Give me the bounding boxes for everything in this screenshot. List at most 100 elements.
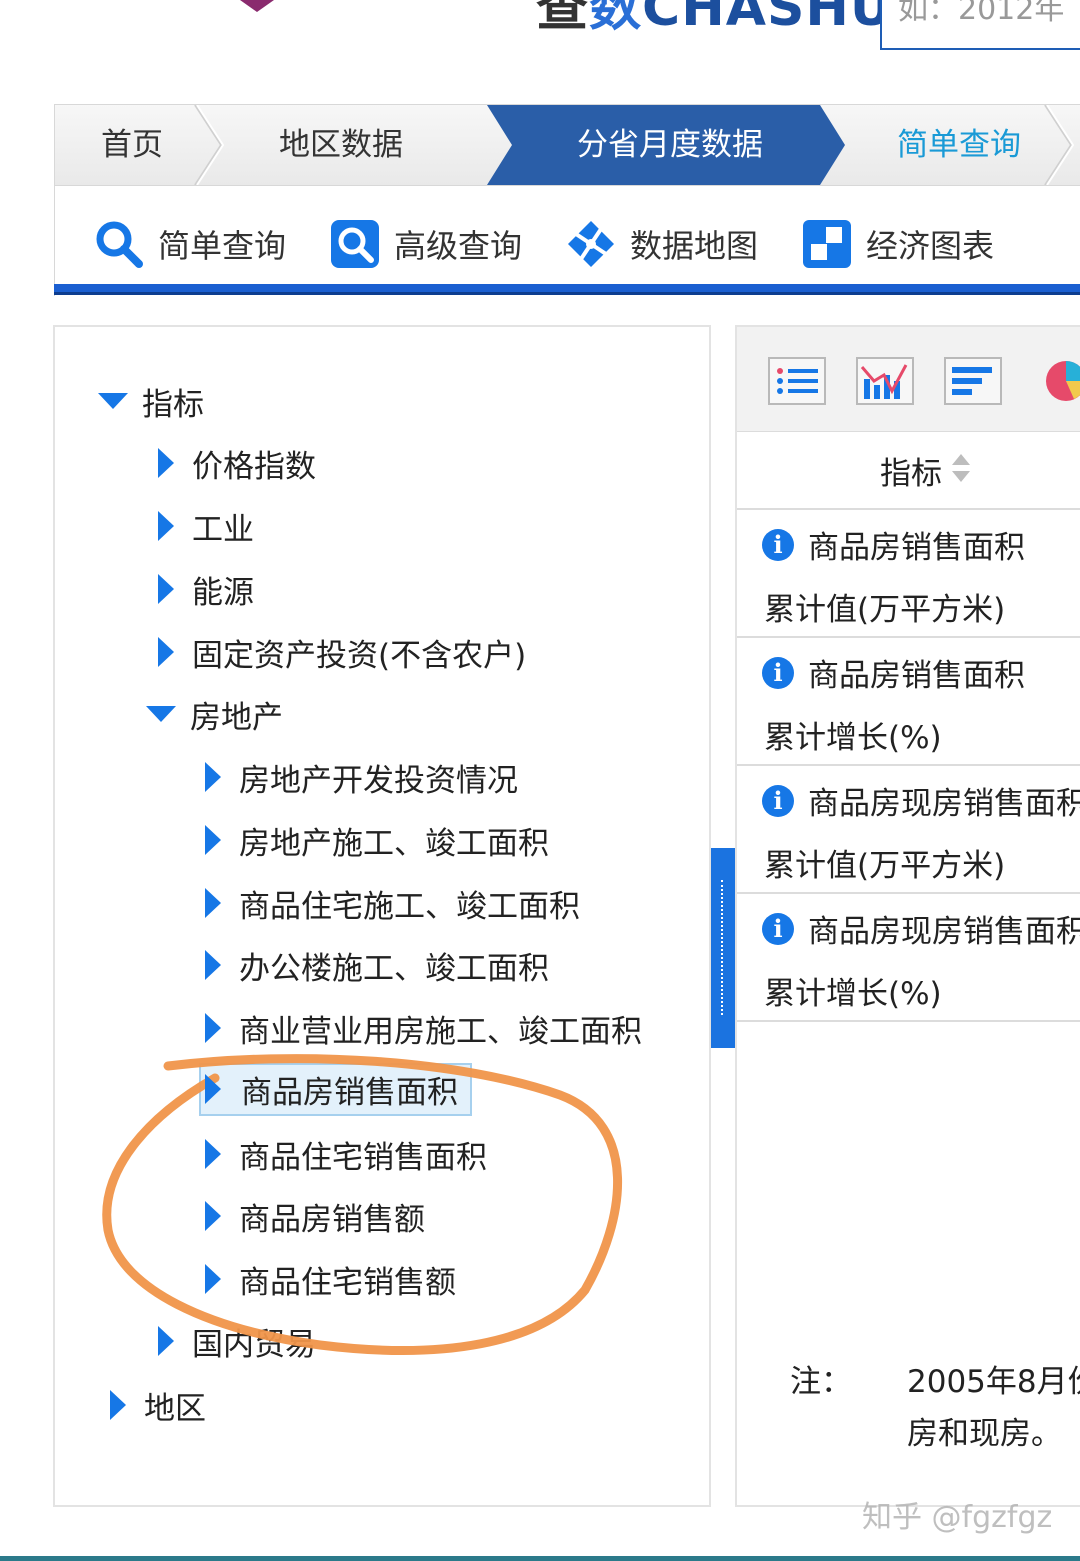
tree-node-label: 房地产开发投资情况	[239, 762, 518, 799]
tree-node-label: 国内贸易	[192, 1326, 316, 1363]
indicator-line2: 累计值(万平方米)	[764, 848, 1006, 884]
indicator-name[interactable]: i 商品房销售面积	[762, 650, 1025, 695]
breadcrumb: 首页 地区数据 分省月度数据 简单查询	[54, 104, 1080, 186]
economic-chart-label: 经济图表	[866, 227, 995, 265]
advanced-search-icon	[331, 220, 379, 268]
tree-node-fixed-asset-investment[interactable]: 固定资产投资(不含农户)	[158, 627, 526, 677]
note-label: 注：	[790, 1364, 852, 1400]
simple-query-label: 简单查询	[158, 227, 287, 265]
logo-mark	[240, 0, 274, 12]
logo-text-chashu: CHASHU	[642, 0, 894, 38]
tree-node-commodity-housing-sales-area[interactable]: 商品房销售面积	[199, 1062, 472, 1116]
indicator-line1: 商品房现房销售面积	[808, 786, 1080, 822]
tree-node-label: 房地产施工、竣工面积	[239, 825, 549, 862]
caret-right-icon	[205, 1074, 221, 1104]
breadcrumb-monthly-province[interactable]: 分省月度数据	[577, 105, 763, 185]
tree-node-label: 能源	[192, 574, 254, 611]
caret-down-icon	[146, 706, 176, 722]
tree-node-region[interactable]: 地区	[110, 1380, 206, 1430]
tree-node-re-investment[interactable]: 房地产开发投资情况	[205, 752, 518, 802]
line-chart-icon[interactable]	[856, 357, 914, 405]
logo-text-shu: 数	[589, 0, 643, 38]
tree-node-price-index[interactable]: 价格指数	[158, 438, 316, 488]
splitter-grip	[721, 880, 723, 1015]
caret-right-icon	[205, 950, 221, 980]
tree-node-label: 商品住宅销售额	[239, 1264, 456, 1301]
search-input[interactable]: 如：2012年	[880, 0, 1080, 50]
tree-node-label: 固定资产投资(不含农户)	[192, 637, 527, 674]
list-view-icon[interactable]	[768, 357, 826, 405]
tree-node-label: 商品房销售额	[239, 1201, 425, 1238]
column-header-indicator[interactable]: 指标	[880, 448, 942, 493]
caret-right-icon	[158, 637, 174, 667]
indicator-name[interactable]: i 商品房销售面积	[762, 522, 1025, 567]
note-text: 2005年8月份 房和现房。	[907, 1356, 1080, 1460]
tree-node-label: 商品住宅销售面积	[239, 1139, 487, 1176]
tree-node-label: 商品住宅施工、竣工面积	[239, 888, 580, 925]
tree-node-office-construction-area[interactable]: 办公楼施工、竣工面积	[205, 940, 549, 990]
advanced-query-button[interactable]: 高级查询	[330, 216, 522, 272]
map-icon	[568, 221, 614, 267]
caret-right-icon	[205, 1264, 221, 1294]
data-map-label: 数据地图	[630, 227, 759, 265]
breadcrumb-region-data[interactable]: 地区数据	[279, 105, 403, 185]
tree-node-label: 地区	[144, 1390, 206, 1427]
tree-node-commodity-housing-sales-amount[interactable]: 商品房销售额	[205, 1191, 425, 1241]
caret-right-icon	[205, 1013, 221, 1043]
indicator-line2: 累计增长(%)	[764, 976, 942, 1012]
tree-node-commercial-construction-area[interactable]: 商业营业用房施工、竣工面积	[205, 1003, 642, 1053]
tree-node-label: 房地产	[190, 699, 283, 736]
tree-node-label: 工业	[192, 511, 254, 548]
indicator-line2: 累计值(万平方米)	[764, 592, 1006, 628]
tree-node-label: 商品房销售面积	[199, 1062, 472, 1116]
tree-node-label: 指标	[142, 386, 204, 423]
panel-splitter-handle[interactable]	[711, 848, 735, 1048]
tree-node-label: 办公楼施工、竣工面积	[239, 950, 549, 987]
indicator-line1: 商品房销售面积	[808, 530, 1025, 566]
sort-icon[interactable]	[951, 452, 971, 484]
logo-text-cha: 查	[536, 0, 590, 38]
caret-right-icon	[205, 825, 221, 855]
indicator-line1: 商品房现房销售面积	[808, 914, 1080, 950]
toolbar-divider	[54, 284, 1080, 295]
info-icon[interactable]: i	[762, 528, 794, 561]
tree-node-domestic-trade[interactable]: 国内贸易	[158, 1316, 316, 1366]
tree-node-real-estate[interactable]: 房地产	[146, 689, 283, 739]
caret-right-icon	[205, 1201, 221, 1231]
tree-node-energy[interactable]: 能源	[158, 564, 254, 614]
tree-node-residential-construction-area[interactable]: 商品住宅施工、竣工面积	[205, 878, 580, 928]
economic-chart-button[interactable]: 经济图表	[802, 216, 994, 272]
search-placeholder: 如：2012年	[898, 0, 1065, 27]
bar-chart-icon[interactable]	[944, 357, 1002, 405]
tree-node-indicators[interactable]: 指标	[98, 376, 204, 426]
search-icon	[96, 221, 143, 268]
info-icon[interactable]: i	[762, 656, 794, 689]
caret-down-icon	[98, 393, 128, 409]
caret-right-icon	[205, 1139, 221, 1169]
chart-icon	[803, 220, 851, 268]
tree-node-label: 商业营业用房施工、竣工面积	[239, 1013, 642, 1050]
pie-chart-icon[interactable]	[1036, 357, 1080, 405]
tree-node-industry[interactable]: 工业	[158, 501, 254, 551]
indicator-line1: 商品房销售面积	[808, 658, 1025, 694]
indicator-name[interactable]: i 商品房现房销售面积	[762, 778, 1080, 823]
advanced-query-label: 高级查询	[394, 227, 523, 265]
note-line: 2005年8月份	[907, 1364, 1080, 1400]
site-logo[interactable]: 查数CHASHU	[536, 0, 893, 38]
info-icon[interactable]: i	[762, 784, 794, 817]
indicator-name[interactable]: i 商品房现房销售面积	[762, 906, 1080, 951]
caret-right-icon	[158, 448, 174, 478]
tree-node-label: 价格指数	[192, 448, 316, 485]
watermark: 知乎 @fgzfgz	[862, 1500, 1053, 1535]
info-icon[interactable]: i	[762, 912, 794, 945]
breadcrumb-home[interactable]: 首页	[101, 105, 163, 185]
data-map-button[interactable]: 数据地图	[566, 216, 758, 272]
caret-right-icon	[158, 511, 174, 541]
bottom-divider	[0, 1556, 1080, 1561]
tree-node-residential-sales-area[interactable]: 商品住宅销售面积	[205, 1129, 487, 1179]
note-line: 房和现房。	[907, 1416, 1062, 1452]
breadcrumb-simple-query[interactable]: 简单查询	[897, 105, 1021, 185]
tree-node-re-construction-area[interactable]: 房地产施工、竣工面积	[205, 815, 549, 865]
simple-query-button[interactable]: 简单查询	[94, 216, 286, 272]
tree-node-residential-sales-amount[interactable]: 商品住宅销售额	[205, 1254, 456, 1304]
